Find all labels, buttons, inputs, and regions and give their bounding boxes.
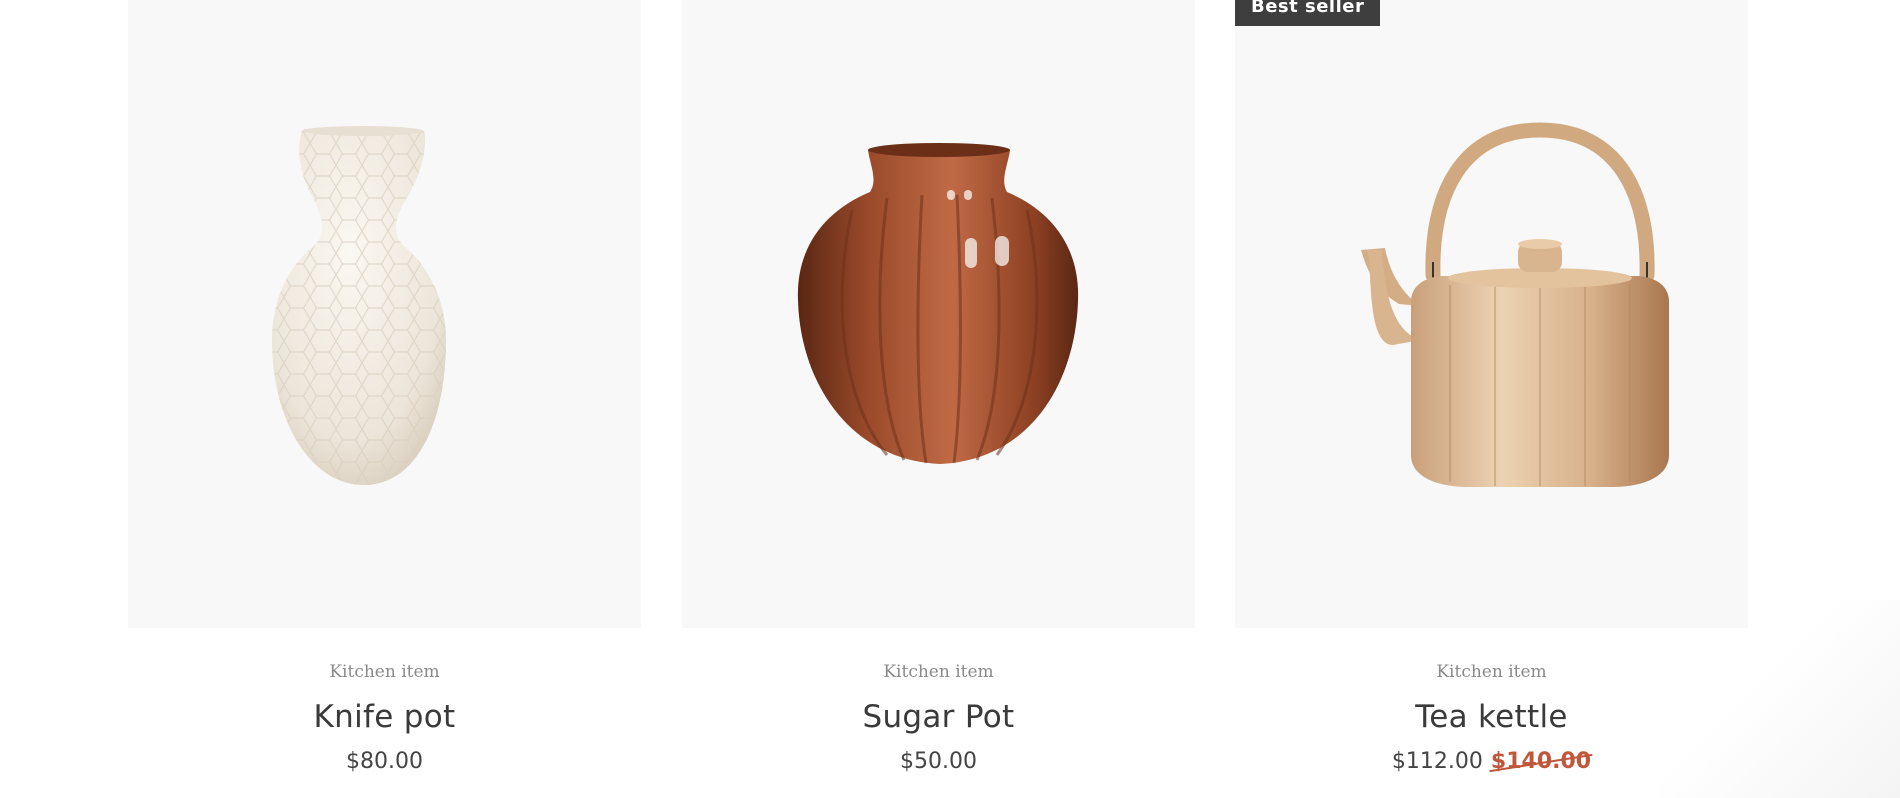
price-row: $112.00 $140.00 [1235, 749, 1748, 775]
price-row: $50.00 [682, 749, 1195, 775]
product-title[interactable]: Tea kettle [1235, 699, 1748, 735]
product-title[interactable]: Sugar Pot [682, 699, 1195, 735]
product-original-price: $140.00 [1490, 749, 1592, 774]
fluted-pot-icon [797, 143, 1079, 464]
product-category: Kitchen item [1436, 662, 1547, 682]
product-card[interactable]: Kitchen item Knife pot $80.00 [128, 0, 641, 798]
product-image[interactable] [128, 0, 641, 628]
tea-kettle-icon [1361, 122, 1669, 487]
product-card[interactable]: Kitchen item Sugar Pot $50.00 [682, 0, 1195, 798]
product-price: $50.00 [900, 749, 977, 774]
product-grid: Kitchen item Knife pot $80.00 Kitchen it… [0, 0, 1900, 798]
product-title[interactable]: Knife pot [128, 699, 641, 735]
product-card[interactable]: Best seller Kitchen item Tea kettle $112… [1235, 0, 1748, 798]
price-row: $80.00 [128, 749, 641, 775]
product-price: $112.00 [1391, 749, 1483, 774]
product-image[interactable]: Best seller [1235, 0, 1748, 628]
product-price: $80.00 [346, 749, 423, 774]
honeycomb-vase-icon [272, 126, 446, 485]
product-category: Kitchen item [883, 662, 994, 682]
product-category: Kitchen item [329, 662, 440, 682]
best-seller-badge: Best seller [1235, 0, 1381, 26]
product-image[interactable] [682, 0, 1195, 628]
